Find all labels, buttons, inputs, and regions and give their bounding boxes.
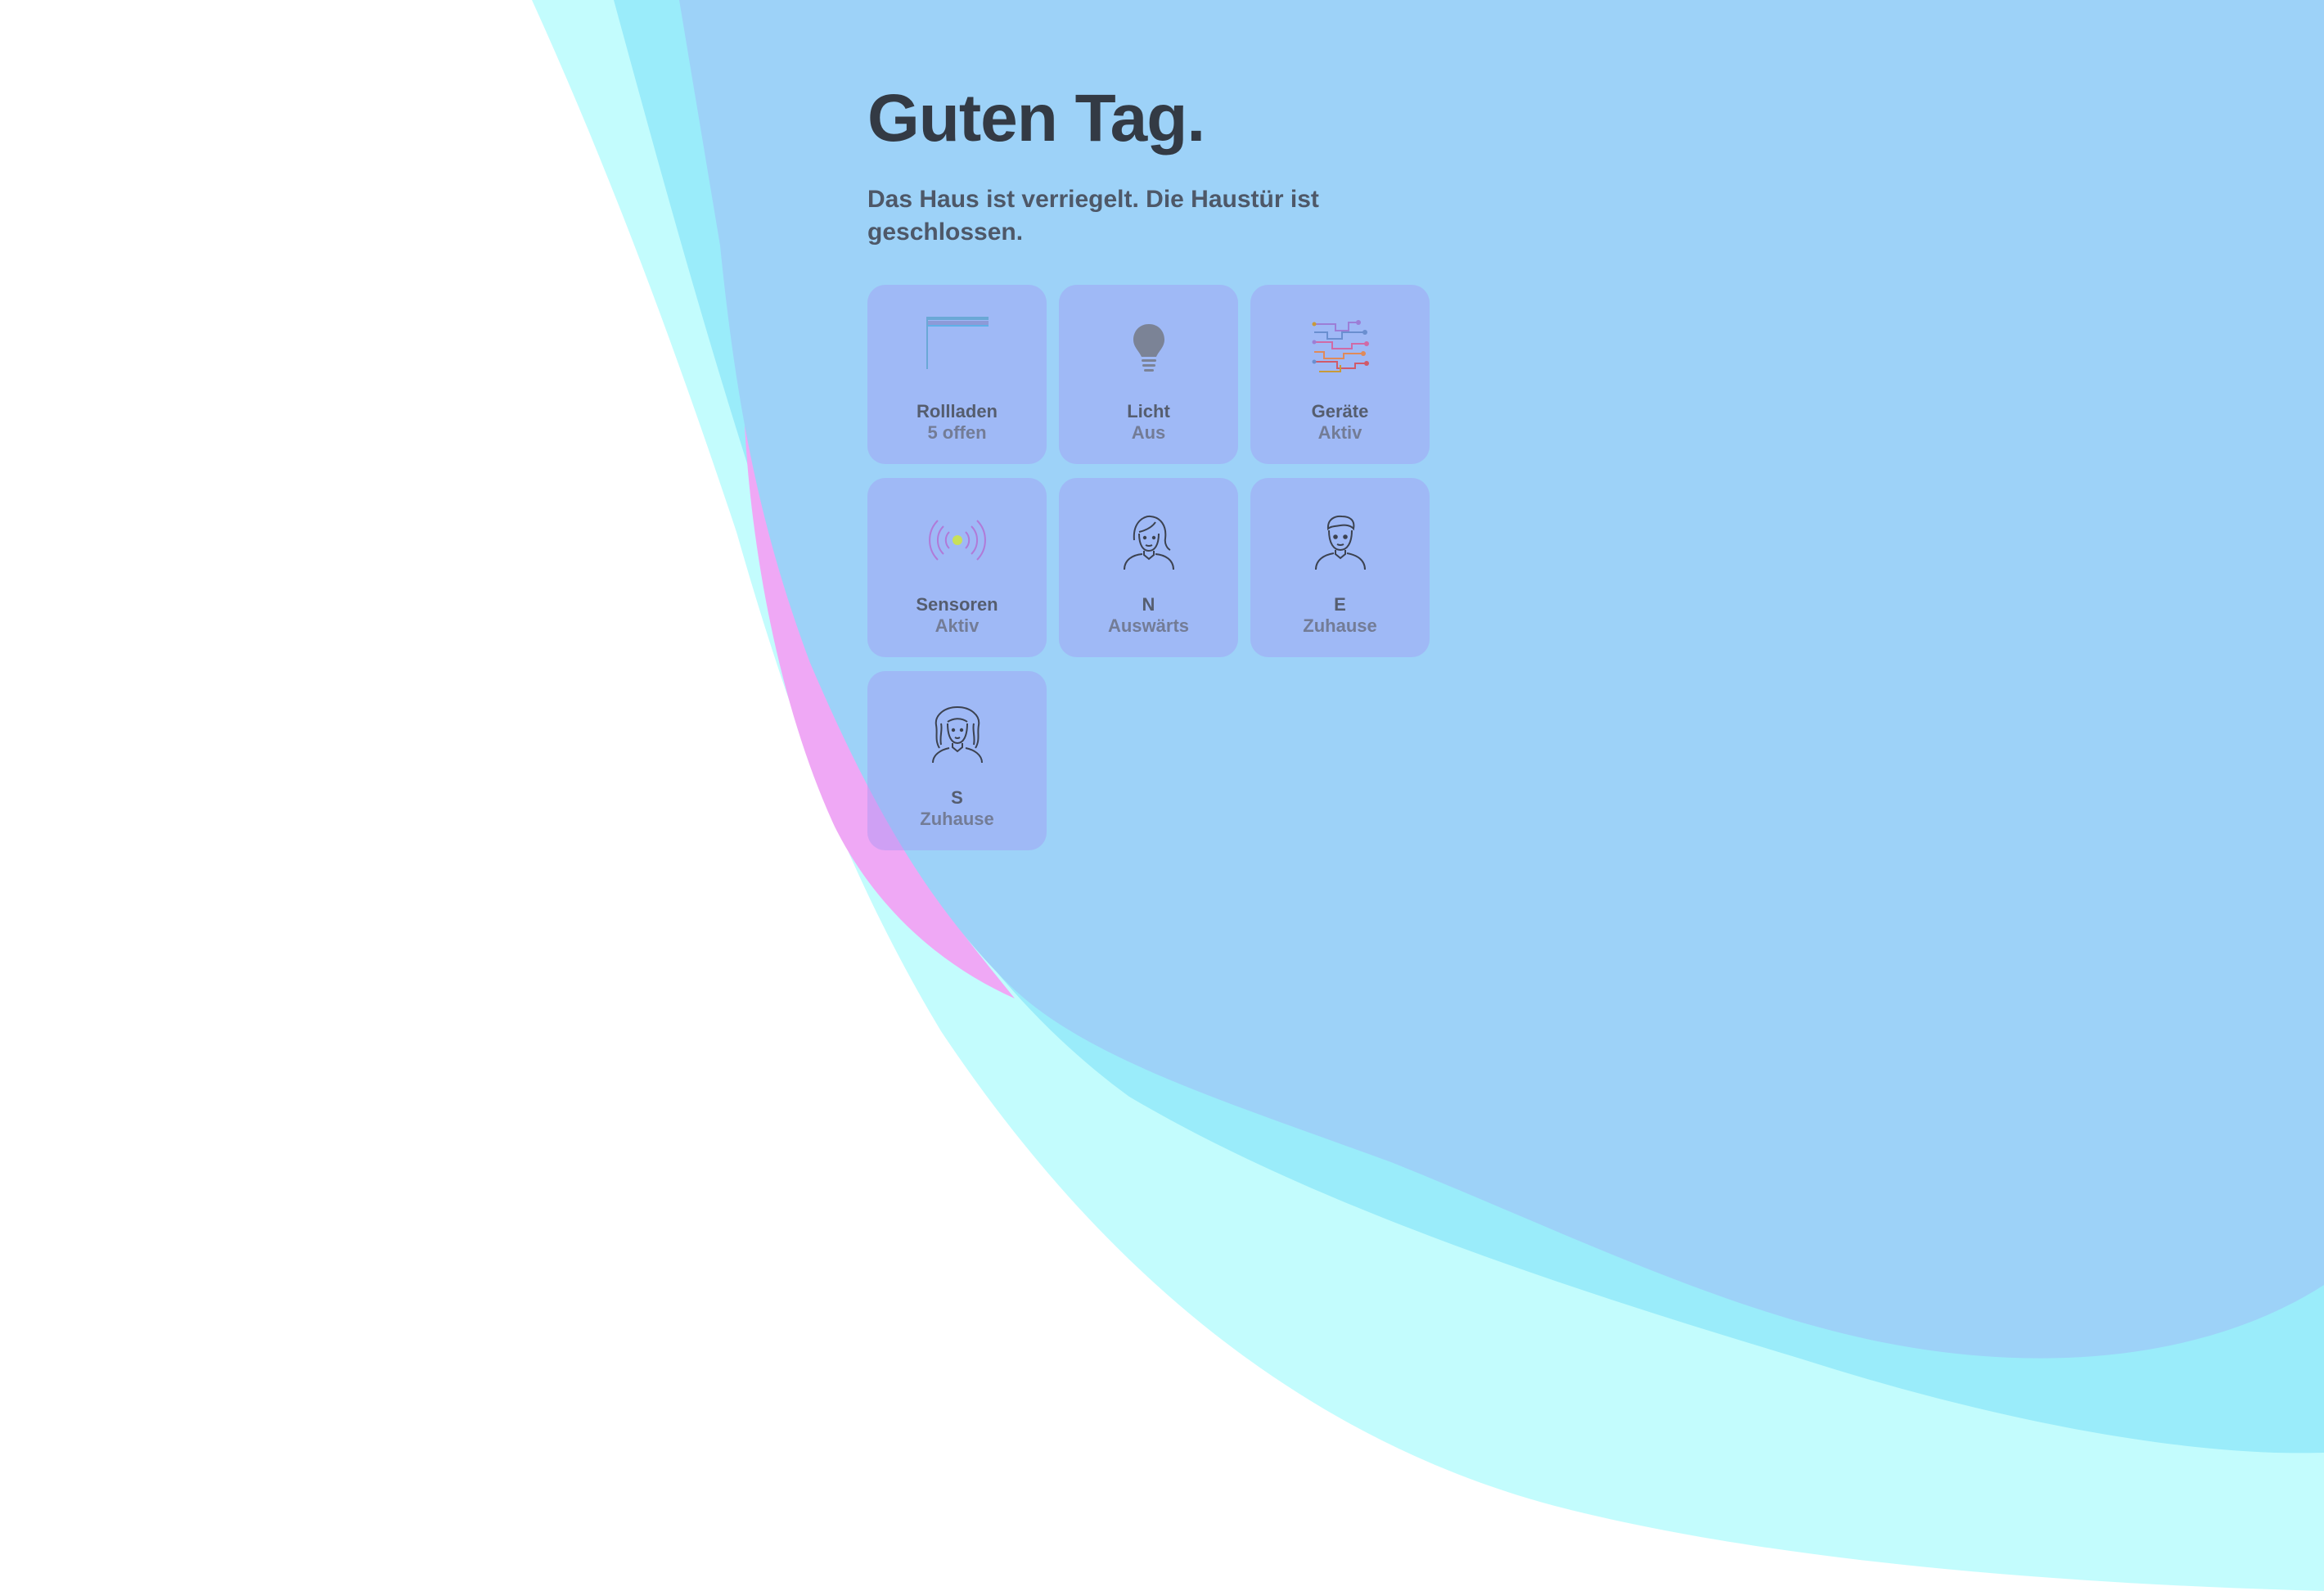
tile-label: E	[1334, 594, 1346, 615]
tile-devices[interactable]: Geräte Aktiv	[1250, 285, 1430, 464]
tile-label: Geräte	[1311, 401, 1369, 421]
tile-label: N	[1142, 594, 1155, 615]
tile-person-e[interactable]: E Zuhause	[1250, 478, 1430, 657]
tile-grid: Rollladen 5 offen Licht Aus Geräte Aktiv…	[867, 285, 1440, 850]
tile-label: Sensoren	[916, 594, 998, 615]
tile-value: Zuhause	[920, 809, 994, 829]
tile-sensors[interactable]: Sensoren Aktiv	[867, 478, 1047, 657]
tile-label: Licht	[1127, 401, 1170, 421]
greeting-title: Guten Tag.	[867, 81, 1205, 155]
tile-value: Zuhause	[1303, 615, 1377, 636]
main-content: Guten Tag. Das Haus ist verriegelt. Die …	[867, 81, 1440, 850]
tile-person-s[interactable]: S Zuhause	[867, 671, 1047, 850]
woman-avatar-icon	[1116, 507, 1182, 573]
circuit-icon	[1308, 314, 1373, 380]
shutter-icon	[925, 314, 990, 380]
home-dashboard: Guten Tag. Das Haus ist verriegelt. Die …	[0, 0, 2324, 1591]
sensor-icon	[925, 507, 990, 573]
tile-lights[interactable]: Licht Aus	[1059, 285, 1238, 464]
tile-value: Auswärts	[1107, 615, 1190, 636]
tile-label: Rollladen	[916, 401, 998, 421]
tile-value: Aus	[1131, 422, 1166, 443]
tile-value: Aktiv	[935, 615, 980, 636]
tile-shutters[interactable]: Rollladen 5 offen	[867, 285, 1047, 464]
man-avatar-icon	[1308, 507, 1373, 573]
tile-label: S	[951, 787, 963, 808]
tile-value: Aktiv	[1317, 422, 1362, 443]
house-status-text: Das Haus ist verriegelt. Die Haustür ist…	[867, 186, 1319, 246]
lightbulb-icon	[1116, 314, 1182, 380]
curly-hair-avatar-icon	[925, 701, 990, 766]
tile-person-n[interactable]: N Auswärts	[1059, 478, 1238, 657]
tile-value: 5 offen	[927, 422, 987, 443]
